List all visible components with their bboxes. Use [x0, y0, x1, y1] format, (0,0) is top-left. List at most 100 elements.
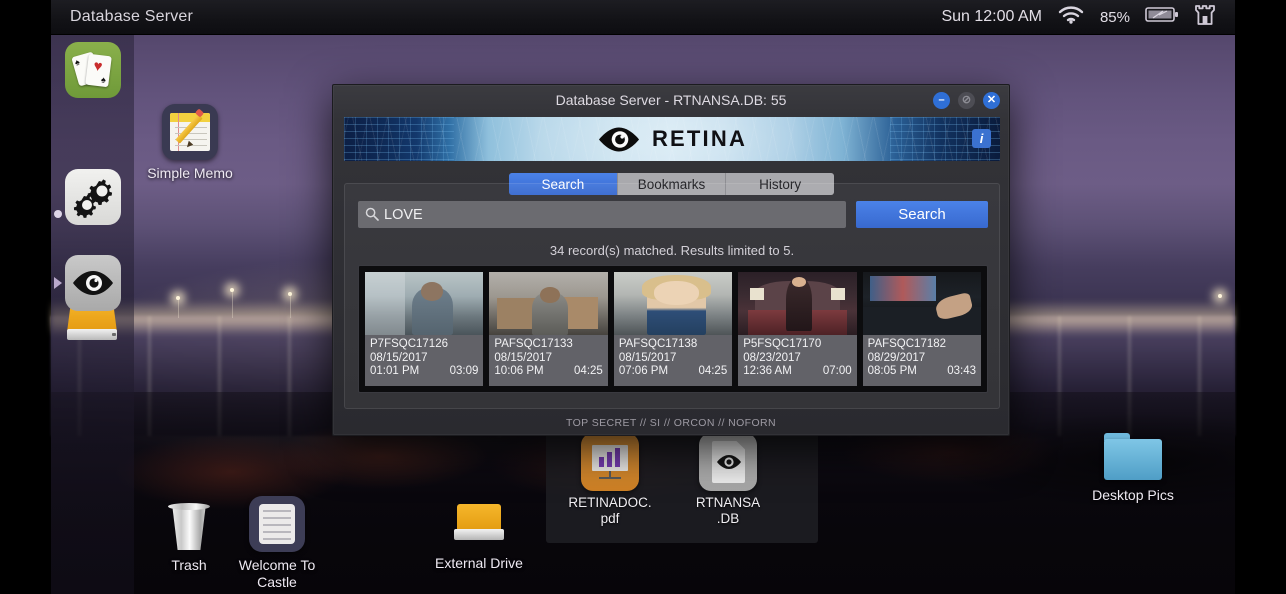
castle-logo-icon[interactable]: [1194, 3, 1216, 32]
retina-banner: RETINA i: [344, 117, 1000, 161]
result-metadata: PAFSQC17133 08/15/2017 10:06 PM 04:25: [489, 335, 608, 386]
notes-rule: [263, 538, 291, 540]
result-thumbnail: [613, 272, 733, 335]
window-controls: – ⊘ ✕: [933, 92, 1000, 109]
result-date: 08/23/2017: [743, 351, 801, 364]
menu-bar-app-title: Database Server: [70, 8, 194, 25]
result-duration: 04:25: [574, 365, 603, 377]
result-time: 07:06 PM: [618, 365, 669, 377]
classification-banner: TOP SECRET // SI // ORCON // NOFORN: [565, 417, 777, 429]
desktop-file-label: RETINADOC.: [568, 495, 652, 510]
clock: Sun 12:00 AM: [941, 8, 1042, 25]
result-id: P7FSQC17126: [370, 338, 448, 350]
result-date: 08/29/2017: [867, 351, 926, 364]
result-date: 08/15/2017: [618, 351, 677, 364]
eye-icon: [73, 271, 113, 295]
result-duration: 03:43: [947, 365, 977, 377]
desktop-file-retinadoc-pdf[interactable]: RETINADOC. pdf: [555, 433, 665, 527]
wifi-icon[interactable]: [1057, 5, 1085, 29]
notes-rule: [263, 531, 291, 533]
dialog-titlebar[interactable]: Database Server - RTNANSA.DB: 55 – ⊘ ✕: [333, 85, 1009, 115]
result-card[interactable]: PAFSQC17133 08/15/2017 10:06 PM 04:25: [489, 272, 608, 386]
desktop-file-rtnansa-db[interactable]: RTNANSA .DB: [673, 433, 783, 527]
result-card[interactable]: PAFSQC17138 08/15/2017 07:06 PM 04:25: [613, 272, 733, 386]
pdf-legs: [599, 477, 621, 479]
result-id: P5FSQC17170: [743, 338, 822, 350]
pdf-chart-board: [592, 445, 628, 471]
battery-percentage: 85%: [1099, 8, 1130, 26]
pdf-presentation-icon: [581, 433, 639, 491]
close-button[interactable]: ✕: [983, 92, 1000, 109]
result-id: PAFSQC17138: [618, 338, 698, 350]
wallpaper-lamppost: [232, 292, 233, 318]
dock-item-retina[interactable]: [65, 255, 121, 311]
notes-rule: [263, 510, 291, 512]
result-thumbnail: [862, 272, 982, 335]
desktop-icon-label: Desktop Pics: [1092, 487, 1174, 503]
desktop-file-selection-panel: RETINADOC. pdf RTNANSA .DB: [546, 425, 818, 543]
result-time: 10:06 PM: [494, 365, 544, 377]
desktop-icon-desktop-pics[interactable]: Desktop Pics: [1078, 432, 1188, 504]
result-time: 08:05 PM: [867, 365, 917, 377]
memo-header: [170, 113, 210, 122]
dock-drive-indicator: [54, 210, 62, 218]
dock-item-solitaire[interactable]: ♠ ♥ ♥ ♠: [65, 42, 121, 98]
notes-document-icon: [249, 496, 305, 552]
eye-logo-icon: [598, 127, 639, 151]
menu-bar: Database Server Sun 12:00 AM 85%: [51, 0, 1235, 35]
result-time: 01:01 PM: [370, 365, 420, 377]
result-id: PAFSQC17133: [494, 338, 573, 350]
hard-drive-base: [67, 329, 117, 340]
playing-cards-icon-back: ♥ ♠: [85, 53, 112, 88]
desktop-icon-external-drive[interactable]: External Drive: [424, 500, 534, 572]
results-grid: P7FSQC17126 08/15/2017 01:01 PM 03:09 PA…: [358, 265, 988, 393]
desktop-icon-label: Simple Memo: [147, 165, 233, 181]
result-duration: 07:00: [822, 365, 852, 377]
search-panel: Search 34 record(s) matched. Results lim…: [344, 183, 1000, 409]
result-date: 08/15/2017: [494, 351, 552, 364]
result-metadata: P5FSQC17170 08/23/2017 12:36 AM 07:00: [738, 335, 857, 386]
pdf-bar: [599, 457, 604, 467]
desktop-icon-welcome-to-castle[interactable]: Welcome To Castle: [222, 496, 332, 591]
magnifier-icon: [365, 207, 379, 226]
trash-body: [172, 506, 206, 550]
external-drive-icon: [451, 500, 507, 550]
dock-expand-arrow[interactable]: [54, 277, 62, 289]
desktop-file-extension: pdf: [600, 511, 620, 526]
menu-bar-status-area: Sun 12:00 AM 85%: [941, 3, 1235, 32]
dialog-title: Database Server - RTNANSA.DB: 55: [555, 92, 787, 108]
gears-icon: [73, 179, 113, 218]
minimize-button[interactable]: –: [933, 92, 950, 109]
battery-icon[interactable]: [1145, 6, 1179, 28]
desktop-screen: Database Server Sun 12:00 AM 85% ♠ ♥ ♠ S…: [0, 0, 1286, 594]
wallpaper-lamp: [230, 288, 234, 292]
search-input[interactable]: [358, 201, 846, 228]
desktop-file-label: RTNANSA: [695, 495, 761, 510]
wallpaper-lamp: [288, 292, 292, 296]
result-metadata: PAFSQC17182 08/29/2017 08:05 PM 03:43: [862, 335, 982, 386]
result-metadata: PAFSQC17138 08/15/2017 07:06 PM 04:25: [613, 335, 733, 386]
result-card[interactable]: P7FSQC17126 08/15/2017 01:01 PM 03:09: [365, 272, 484, 386]
folder-body: [1104, 439, 1162, 480]
result-thumbnail: [365, 272, 484, 335]
result-id: PAFSQC17182: [867, 338, 947, 350]
notes-paper: [259, 504, 295, 544]
result-card[interactable]: PAFSQC17182 08/29/2017 08:05 PM 03:43: [862, 272, 982, 386]
hard-drive-led: [112, 333, 116, 336]
desktop-icon-simple-memo[interactable]: Simple Memo: [135, 104, 245, 182]
result-card[interactable]: P5FSQC17170 08/23/2017 12:36 AM 07:00: [738, 272, 857, 386]
info-button[interactable]: i: [972, 129, 991, 148]
eye-document-icon: [699, 433, 757, 491]
notes-rule: [263, 524, 291, 526]
eye-glyph-icon: [717, 455, 741, 469]
wallpaper-lamp: [1218, 294, 1222, 298]
maximize-button[interactable]: ⊘: [958, 92, 975, 109]
result-duration: 04:25: [698, 365, 728, 377]
result-time: 12:36 AM: [743, 365, 792, 377]
dock-item-settings[interactable]: [65, 169, 121, 225]
dock-sidebar: ♠ ♥ ♥ ♠: [51, 35, 134, 594]
wallpaper-lamppost: [178, 300, 179, 318]
external-drive-base: [454, 529, 504, 540]
result-duration: 03:09: [449, 365, 479, 377]
search-button[interactable]: Search: [856, 201, 988, 228]
